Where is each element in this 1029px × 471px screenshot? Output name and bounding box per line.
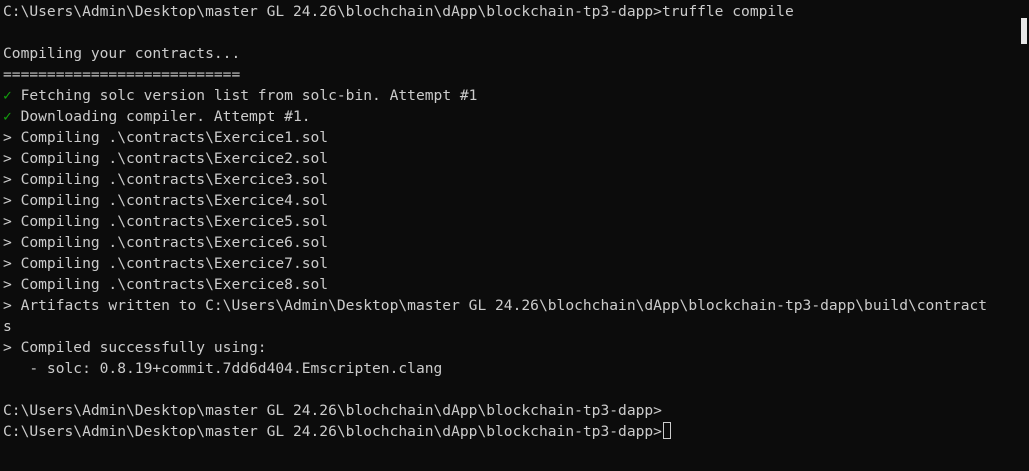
terminal-line: ✓ Downloading compiler. Attempt #1. xyxy=(3,106,1029,127)
terminal-line: C:\Users\Admin\Desktop\master GL 24.26\b… xyxy=(3,400,1029,421)
terminal-line: C:\Users\Admin\Desktop\master GL 24.26\b… xyxy=(3,1,1029,22)
terminal-line-text: > Artifacts written to C:\Users\Admin\De… xyxy=(3,297,988,314)
terminal-line: > Artifacts written to C:\Users\Admin\De… xyxy=(3,295,1029,316)
terminal-output: C:\Users\Admin\Desktop\master GL 24.26\b… xyxy=(3,1,1029,442)
cursor-icon xyxy=(662,422,671,439)
terminal-line-text: > Compiling .\contracts\Exercice8.sol xyxy=(3,276,329,293)
terminal-line: C:\Users\Admin\Desktop\master GL 24.26\b… xyxy=(3,421,1029,442)
terminal-line-text: =========================== xyxy=(3,66,241,83)
terminal-line: > Compiling .\contracts\Exercice3.sol xyxy=(3,169,1029,190)
terminal-line: =========================== xyxy=(3,64,1029,85)
terminal-line-text: C:\Users\Admin\Desktop\master GL 24.26\b… xyxy=(3,3,794,20)
scrollbar-thumb[interactable] xyxy=(1021,18,1027,44)
terminal-line: - solc: 0.8.19+commit.7dd6d404.Emscripte… xyxy=(3,358,1029,379)
terminal-line: s xyxy=(3,316,1029,337)
terminal-line: > Compiling .\contracts\Exercice2.sol xyxy=(3,148,1029,169)
scrollbar[interactable] xyxy=(1015,0,1029,471)
terminal-line: ✓ Fetching solc version list from solc-b… xyxy=(3,85,1029,106)
terminal-line-text: C:\Users\Admin\Desktop\master GL 24.26\b… xyxy=(3,423,662,440)
terminal-line-text: > Compiling .\contracts\Exercice7.sol xyxy=(3,255,329,272)
terminal-line: > Compiling .\contracts\Exercice5.sol xyxy=(3,211,1029,232)
terminal-line: > Compiling .\contracts\Exercice4.sol xyxy=(3,190,1029,211)
terminal-line: Compiling your contracts... xyxy=(3,43,1029,64)
terminal-line-text: > Compiling .\contracts\Exercice6.sol xyxy=(3,234,329,251)
terminal-line-text: - solc: 0.8.19+commit.7dd6d404.Emscripte… xyxy=(3,360,443,377)
terminal-line: > Compiling .\contracts\Exercice6.sol xyxy=(3,232,1029,253)
terminal-line-text: > Compiling .\contracts\Exercice2.sol xyxy=(3,150,329,167)
terminal-line-text: > Compiled successfully using: xyxy=(3,339,267,356)
terminal-line-text: Downloading compiler. Attempt #1. xyxy=(11,108,311,125)
terminal-line: > Compiled successfully using: xyxy=(3,337,1029,358)
terminal-line: > Compiling .\contracts\Exercice1.sol xyxy=(3,127,1029,148)
terminal-line-text: Fetching solc version list from solc-bin… xyxy=(11,87,478,104)
terminal-line-text: s xyxy=(3,318,12,335)
check-icon: ✓ xyxy=(3,87,12,104)
terminal-line-text: > Compiling .\contracts\Exercice5.sol xyxy=(3,213,329,230)
terminal-line-text: > Compiling .\contracts\Exercice1.sol xyxy=(3,129,329,146)
terminal-line-text: > Compiling .\contracts\Exercice3.sol xyxy=(3,171,329,188)
check-icon: ✓ xyxy=(3,108,12,125)
terminal-line-text: Compiling your contracts... xyxy=(3,45,241,62)
terminal-line-text: > Compiling .\contracts\Exercice4.sol xyxy=(3,192,329,209)
terminal-line: > Compiling .\contracts\Exercice8.sol xyxy=(3,274,1029,295)
terminal-line: > Compiling .\contracts\Exercice7.sol xyxy=(3,253,1029,274)
terminal-window[interactable]: C:\Users\Admin\Desktop\master GL 24.26\b… xyxy=(0,0,1029,471)
terminal-line-text: C:\Users\Admin\Desktop\master GL 24.26\b… xyxy=(3,402,662,419)
